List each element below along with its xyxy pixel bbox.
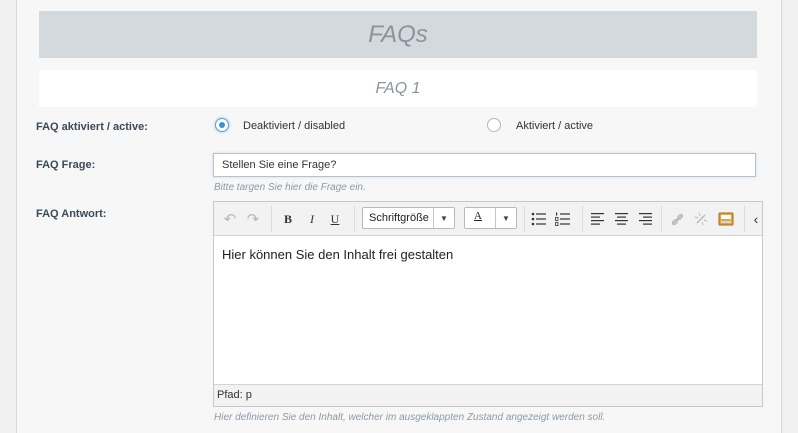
answer-label: FAQ Antwort:	[36, 208, 107, 220]
active-label: FAQ aktiviert / active:	[36, 121, 148, 133]
radio-disabled[interactable]	[215, 118, 229, 132]
bold-button[interactable]: B	[280, 209, 296, 229]
toolbar-separator	[661, 206, 662, 232]
editor-path: Pfad: p	[214, 384, 762, 406]
font-size-select-value: Schriftgröße	[369, 212, 429, 224]
question-input[interactable]: Stellen Sie eine Frage?	[213, 153, 756, 177]
align-right-icon[interactable]	[637, 209, 653, 229]
radio-active-label: Aktiviert / active	[516, 120, 594, 132]
undo-icon[interactable]: ↶	[222, 209, 238, 229]
faq-item-title: FAQ 1	[39, 70, 757, 107]
chevron-down-icon: ▼	[495, 208, 516, 228]
question-label: FAQ Frage:	[36, 159, 96, 171]
font-color-select[interactable]: A ▼	[464, 207, 517, 229]
image-insert-icon[interactable]	[717, 209, 735, 229]
toolbar-separator	[582, 206, 583, 232]
question-hint: Bitte targen Sie hier die Frage ein.	[214, 182, 366, 193]
editor-toolbar: ↶ ↷ B I U Schriftgröße ▼ A ▼ ‹	[214, 202, 762, 236]
bullet-list-icon[interactable]	[530, 209, 548, 229]
radio-disabled-label: Deaktiviert / disabled	[243, 120, 346, 132]
underline-button[interactable]: U	[327, 209, 343, 229]
font-color-icon: A	[474, 210, 482, 222]
link-icon[interactable]	[669, 209, 685, 229]
answer-hint: Hier definieren Sie den Inhalt, welcher …	[214, 412, 606, 423]
radio-active[interactable]	[487, 118, 501, 132]
redo-icon[interactable]: ↷	[245, 209, 261, 229]
font-size-select[interactable]: Schriftgröße ▼	[362, 207, 455, 229]
code-view-icon[interactable]: ‹	[750, 209, 762, 229]
toolbar-separator	[354, 206, 355, 232]
toolbar-separator	[271, 206, 272, 232]
align-left-icon[interactable]	[589, 209, 605, 229]
align-center-icon[interactable]	[613, 209, 629, 229]
toolbar-separator	[744, 206, 745, 232]
unlink-icon[interactable]	[693, 209, 709, 229]
toolbar-separator	[524, 206, 525, 232]
rich-text-editor[interactable]: ↶ ↷ B I U Schriftgröße ▼ A ▼ ‹ Hier könn…	[213, 201, 763, 407]
section-title: FAQs	[39, 11, 757, 58]
numbered-list-icon[interactable]	[554, 209, 572, 229]
chevron-down-icon: ▼	[433, 208, 454, 228]
editor-content[interactable]: Hier können Sie den Inhalt frei gestalte…	[222, 247, 453, 262]
italic-button[interactable]: I	[304, 209, 320, 229]
